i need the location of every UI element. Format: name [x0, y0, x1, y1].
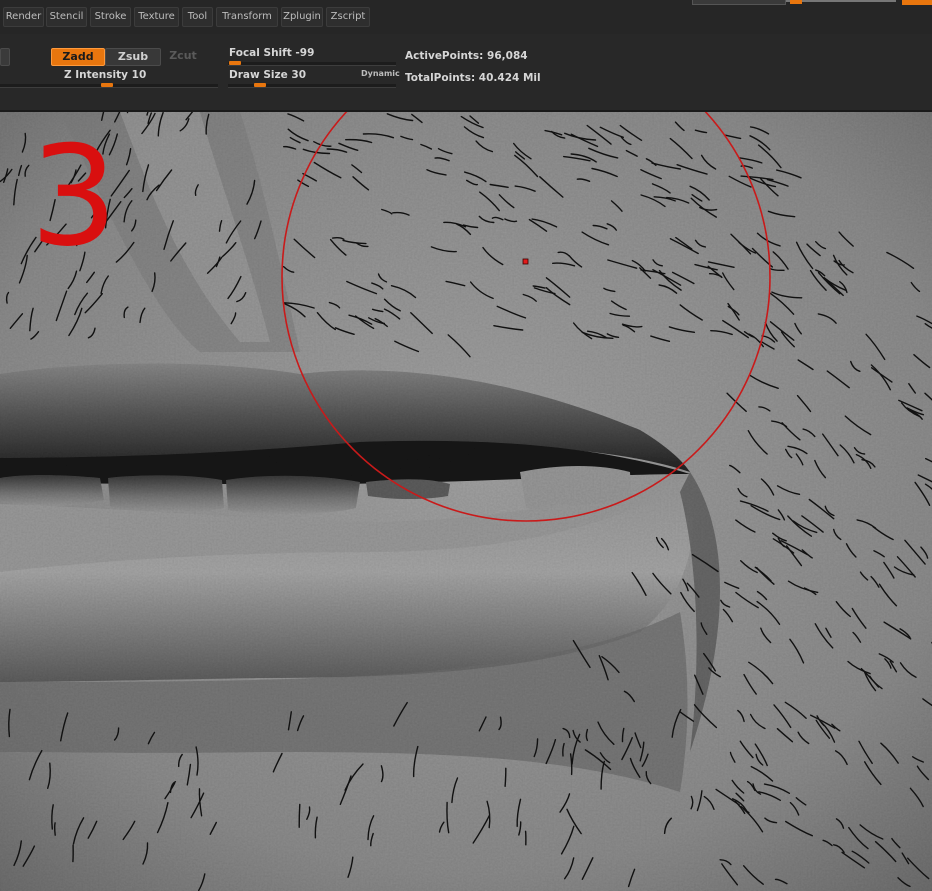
zcut-button[interactable]: Zcut — [166, 48, 200, 66]
focal-shift-label: Focal Shift -99 — [229, 47, 315, 59]
menu-render[interactable]: Render — [3, 7, 44, 27]
sculpt-render — [0, 112, 932, 891]
stubble-hair — [53, 822, 56, 836]
menu-transform[interactable]: Transform — [216, 7, 278, 27]
focal-shift-slider[interactable] — [228, 62, 396, 66]
total-points-readout: TotalPoints: 40.424 Mil — [405, 72, 541, 84]
rgb-button-partial[interactable] — [0, 48, 10, 66]
stubble-hair — [504, 767, 507, 787]
draw-size-label: Draw Size 30 — [229, 69, 306, 81]
stubble-hair — [298, 803, 301, 828]
dynamic-toggle[interactable]: Dynamic — [361, 69, 400, 78]
menu-texture[interactable]: Texture — [134, 7, 179, 27]
top-right-slider-knob[interactable] — [790, 0, 802, 4]
top-right-button[interactable] — [902, 0, 932, 5]
focal-shift-knob[interactable] — [229, 61, 241, 65]
menu-zplugin[interactable]: Zplugin — [281, 7, 323, 27]
draw-size-knob[interactable] — [254, 83, 266, 87]
z-intensity-label: Z Intensity 10 — [64, 69, 147, 81]
menu-stencil[interactable]: Stencil — [46, 7, 87, 27]
step-number-overlay: 3 — [30, 116, 118, 277]
menu-bar: Render Stencil Stroke Texture Tool Trans… — [0, 0, 932, 34]
brush-toolbar: Zadd Zsub Zcut Z Intensity 10 Focal Shif… — [0, 34, 932, 112]
z-intensity-knob[interactable] — [101, 83, 113, 87]
menu-stroke[interactable]: Stroke — [90, 7, 131, 27]
zadd-button[interactable]: Zadd — [51, 48, 105, 66]
zsub-button[interactable]: Zsub — [105, 48, 161, 66]
menu-zscript[interactable]: Zscript — [326, 7, 370, 27]
top-right-field[interactable] — [692, 0, 786, 5]
viewport-canvas[interactable]: 3 — [0, 112, 932, 891]
top-right-slider-track[interactable] — [786, 0, 896, 2]
active-points-readout: ActivePoints: 96,084 — [405, 50, 528, 62]
brush-cursor-center — [522, 258, 529, 265]
menu-tool[interactable]: Tool — [182, 7, 213, 27]
